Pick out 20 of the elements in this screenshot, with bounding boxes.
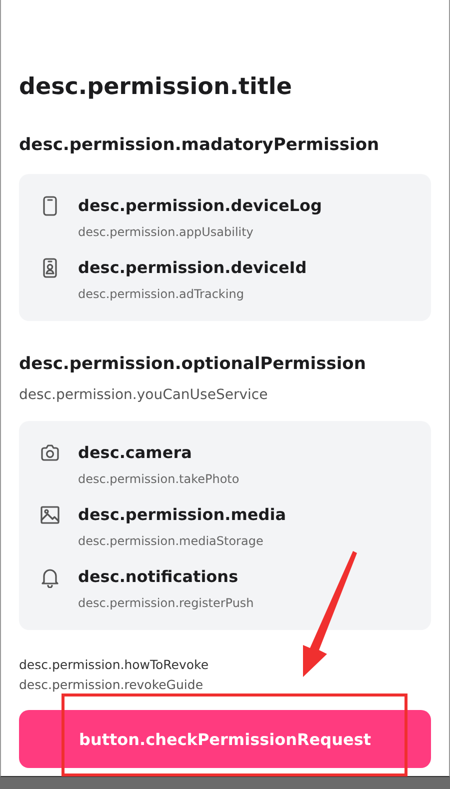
camera-icon	[39, 442, 61, 464]
section-heading: desc.permission.madatoryPermission	[19, 134, 380, 156]
permission-name: desc.notifications	[78, 566, 238, 588]
permission-description: desc.permission.adTracking	[78, 286, 244, 303]
check-permission-button[interactable]: button.checkPermissionRequest	[19, 710, 431, 768]
revoke-heading: desc.permission.howToRevoke	[19, 656, 209, 674]
permission-name: desc.camera	[78, 442, 192, 464]
permission-name: desc.permission.deviceLog	[78, 195, 322, 217]
section-heading: desc.permission.optionalPermission	[19, 353, 367, 375]
permission-name: desc.permission.deviceId	[78, 257, 307, 279]
permission-description: desc.permission.appUsability	[78, 224, 254, 241]
bell-icon	[39, 566, 61, 588]
permission-name: desc.permission.media	[78, 504, 286, 526]
permission-description: desc.permission.takePhoto	[78, 471, 240, 488]
permission-description: desc.permission.registerPush	[78, 595, 254, 612]
page-title: desc.permission.title	[19, 73, 293, 102]
image-icon	[39, 504, 61, 526]
revoke-guide-text: desc.permission.revokeGuide	[19, 676, 204, 694]
permission-description: desc.permission.mediaStorage	[78, 533, 264, 550]
section-subtitle: desc.permission.youCanUseService	[19, 386, 269, 405]
